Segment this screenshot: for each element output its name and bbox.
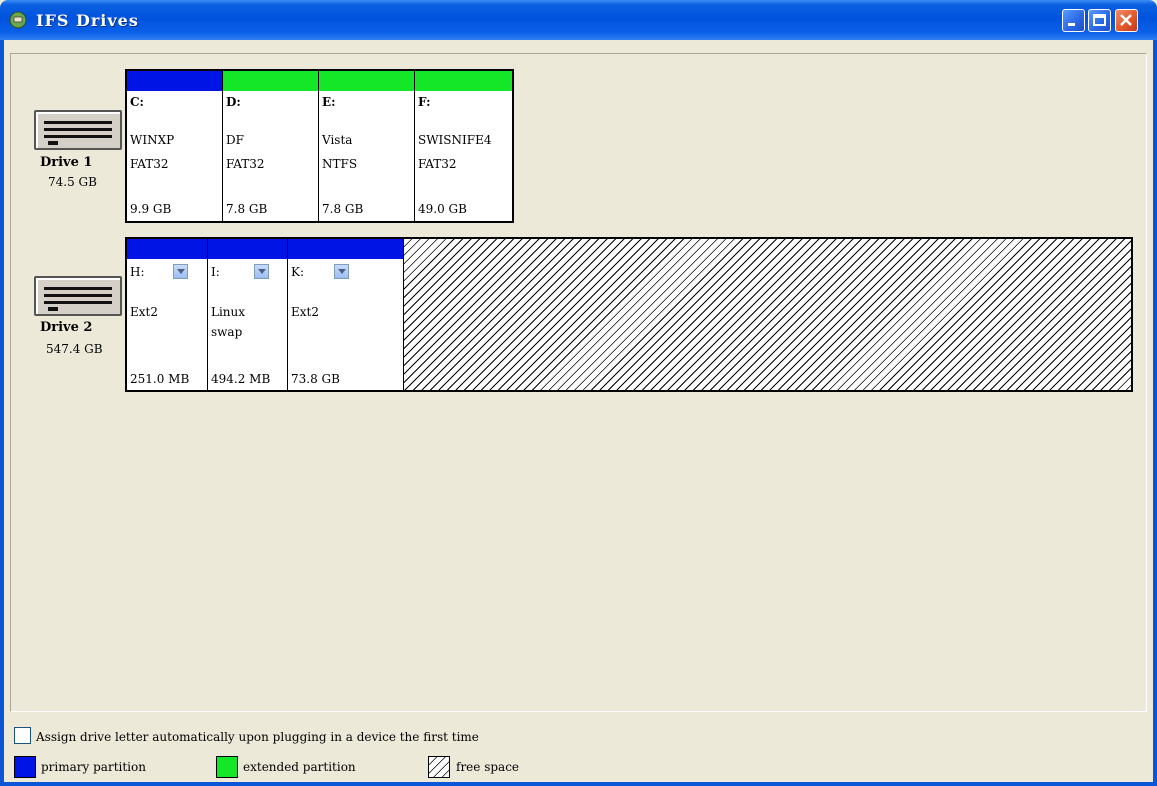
partition-label: Ext2 [130, 305, 158, 319]
partition-letter: F: [418, 95, 431, 109]
legend-primary-label: primary partition [41, 760, 146, 774]
drive-2-name: Drive 2 [40, 320, 93, 335]
partition-h[interactable]: H: Ext2 251.0 MB [127, 239, 208, 390]
primary-partition-bar [208, 239, 287, 259]
drive-1-partition-map: C: WINXP FAT32 9.9 GB D: DF FAT32 7.8 GB… [125, 69, 514, 223]
extended-partition-bar [223, 71, 318, 91]
window-frame-left [0, 40, 4, 786]
partition-filesystem: NTFS [322, 157, 358, 171]
minimize-icon [1068, 23, 1075, 26]
partition-letter: D: [226, 95, 241, 109]
drive-2-partition-map: H: Ext2 251.0 MB I: Linux swap 494.2 MB … [125, 237, 1133, 392]
partition-letter: C: [130, 95, 144, 109]
drive-1-name: Drive 1 [40, 155, 93, 170]
window-frame-right [1153, 40, 1157, 786]
legend-free-label: free space [456, 760, 520, 774]
chevron-down-icon[interactable] [173, 264, 188, 279]
partition-size: 494.2 MB [211, 372, 271, 386]
partition-size: 73.8 GB [291, 372, 340, 386]
close-button[interactable] [1115, 9, 1138, 32]
drive-1-icon[interactable] [34, 110, 122, 150]
auto-assign-label[interactable]: Assign drive letter automatically upon p… [36, 730, 479, 744]
legend-extended-label: extended partition [243, 760, 356, 774]
chevron-down-icon[interactable] [334, 264, 349, 279]
partition-filesystem: FAT32 [226, 157, 265, 171]
extended-partition-swatch [216, 756, 238, 778]
partition-d[interactable]: D: DF FAT32 7.8 GB [223, 71, 319, 221]
free-space-area [404, 239, 1131, 390]
title-bar[interactable]: IFS Drives [0, 0, 1157, 40]
drive-letter-select[interactable]: I: [211, 265, 220, 279]
window-title: IFS Drives [36, 11, 139, 30]
primary-partition-bar [127, 71, 222, 91]
maximize-icon [1093, 14, 1106, 26]
partition-i[interactable]: I: Linux swap 494.2 MB [208, 239, 288, 390]
drive-letter-select[interactable]: H: [130, 265, 145, 279]
partition-c[interactable]: C: WINXP FAT32 9.9 GB [127, 71, 223, 221]
drive-letter-select[interactable]: K: [291, 265, 304, 279]
partition-letter: E: [322, 95, 336, 109]
partition-filesystem: swap [211, 325, 243, 339]
partition-k[interactable]: K: Ext2 73.8 GB [288, 239, 404, 390]
primary-partition-bar [127, 239, 207, 259]
partition-size: 49.0 GB [418, 202, 467, 216]
partition-size: 7.8 GB [322, 202, 364, 216]
partition-filesystem: FAT32 [418, 157, 457, 171]
auto-assign-checkbox[interactable] [14, 727, 31, 744]
drive-2-size: 547.4 GB [46, 342, 103, 356]
partition-label: Linux [211, 305, 246, 319]
partition-label: SWISNIFE4 [418, 133, 492, 147]
primary-partition-bar [288, 239, 403, 259]
partition-size: 9.9 GB [130, 202, 172, 216]
drive-2-icon[interactable] [34, 276, 122, 316]
primary-partition-swatch [14, 756, 36, 778]
partition-label: Ext2 [291, 305, 319, 319]
free-space-swatch [428, 756, 450, 778]
partition-label: Vista [322, 133, 353, 147]
extended-partition-bar [319, 71, 414, 91]
partition-label: DF [226, 133, 244, 147]
partition-f[interactable]: F: SWISNIFE4 FAT32 49.0 GB [415, 71, 512, 221]
partition-size: 7.8 GB [226, 202, 268, 216]
maximize-button[interactable] [1088, 9, 1111, 32]
window-frame-bottom [0, 782, 1157, 786]
close-icon [1120, 14, 1132, 26]
minimize-button[interactable] [1062, 9, 1085, 32]
app-icon [9, 11, 27, 29]
partition-size: 251.0 MB [130, 372, 190, 386]
partition-e[interactable]: E: Vista NTFS 7.8 GB [319, 71, 415, 221]
drive-1-size: 74.5 GB [48, 175, 97, 189]
partition-filesystem: FAT32 [130, 157, 169, 171]
partition-label: WINXP [130, 133, 175, 147]
chevron-down-icon[interactable] [254, 264, 269, 279]
extended-partition-bar [415, 71, 512, 91]
